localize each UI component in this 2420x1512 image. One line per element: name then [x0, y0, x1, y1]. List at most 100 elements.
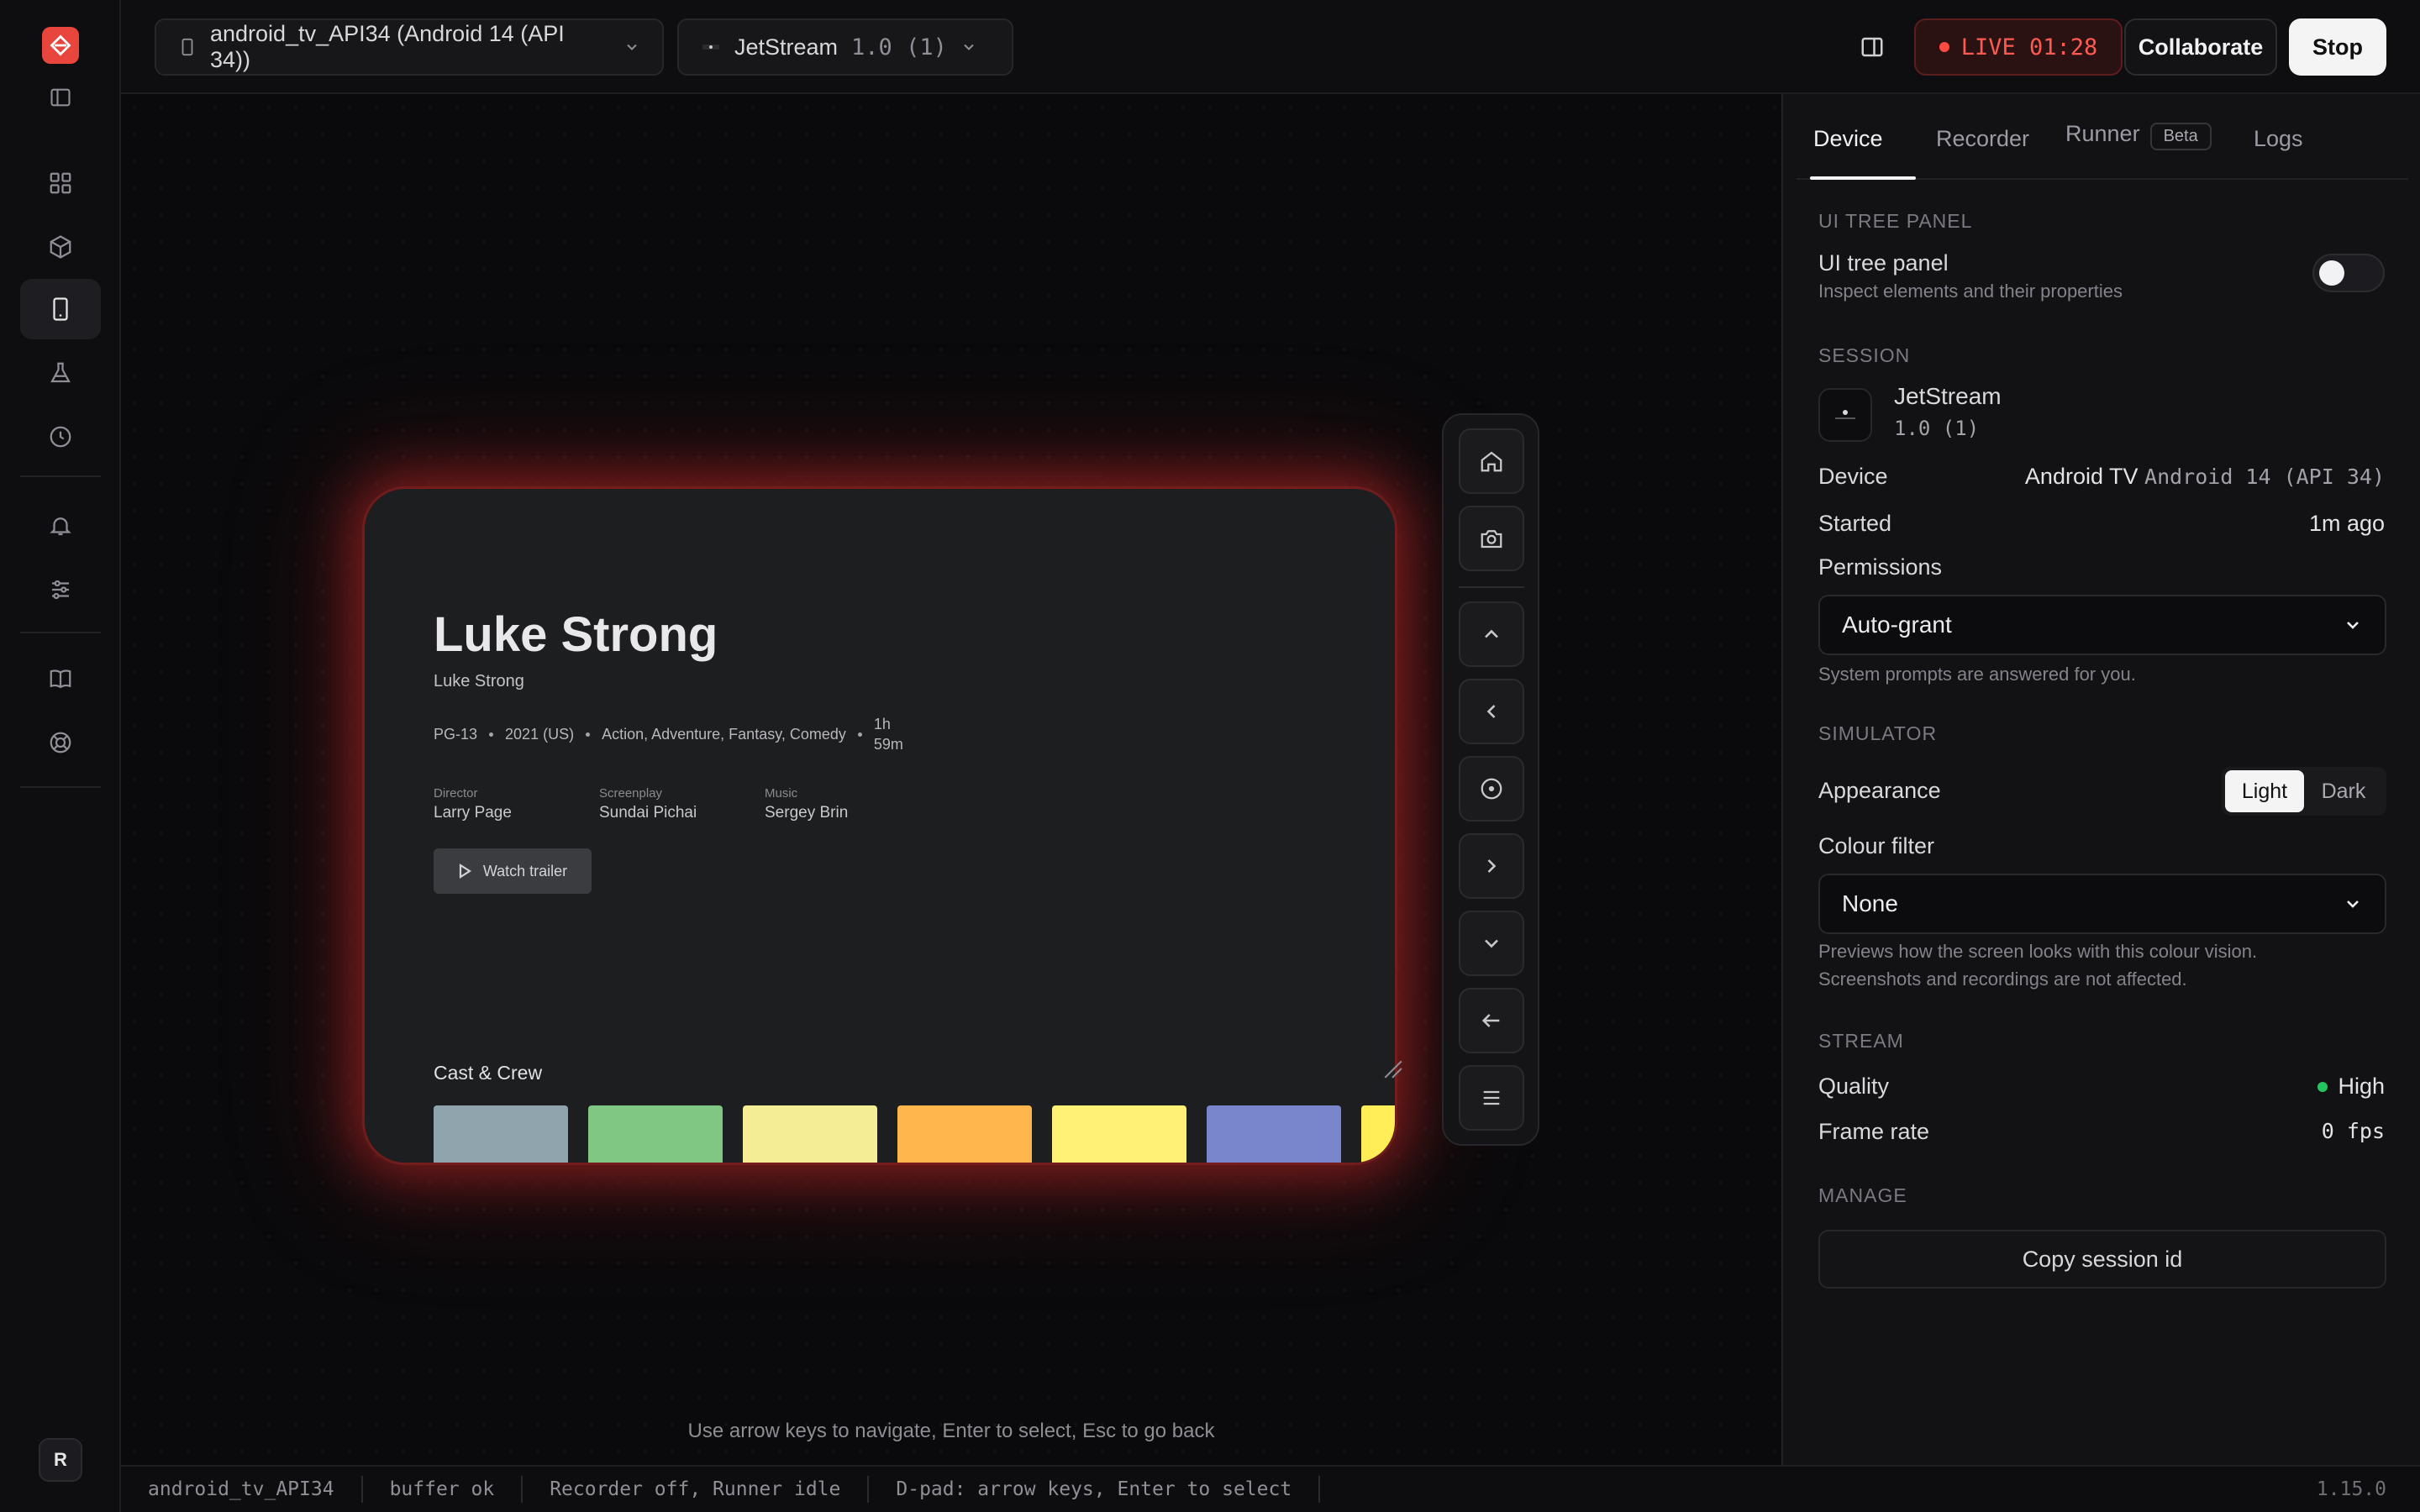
quality-text: High [2338, 1074, 2385, 1099]
colour-filter-label: Colour filter [1818, 833, 1935, 858]
back-button[interactable] [1459, 988, 1524, 1053]
chevron-down-icon [2343, 894, 2363, 914]
home-icon [1479, 449, 1504, 474]
sidebar-toggle-icon[interactable] [20, 67, 101, 128]
grid-icon[interactable] [20, 153, 101, 213]
credit-role: Music [765, 786, 798, 801]
menu-icon [1480, 1086, 1503, 1110]
movie-meta: PG-13 2021 (US) Action, Adventure, Fanta… [434, 714, 903, 754]
screenshot-button[interactable] [1459, 506, 1524, 571]
dpad-left-button[interactable] [1459, 679, 1524, 744]
lifebuoy-icon[interactable] [20, 712, 101, 773]
book-icon[interactable] [20, 648, 101, 709]
permissions-value: Auto-grant [1842, 612, 1952, 638]
flask-icon[interactable] [20, 343, 101, 403]
app-icon [701, 40, 721, 54]
device-icon[interactable] [20, 279, 101, 339]
quality-label: Quality [1818, 1074, 1890, 1099]
collaborate-button[interactable]: Collaborate [2124, 18, 2277, 76]
permissions-select[interactable]: Auto-grant [1818, 595, 2386, 655]
chevron-right-icon [1480, 854, 1503, 878]
device-value: Android TV Android 14 (API 34) [2025, 464, 2385, 490]
credit-director: Director Larry Page [434, 786, 512, 822]
started-label: Started [1818, 511, 1892, 536]
colour-filter-desc: Previews how the screen looks with this … [1818, 937, 2257, 993]
session-app-name: JetStream [1894, 383, 2002, 409]
credit-name: Sergey Brin [765, 804, 849, 822]
permissions-label: Permissions [1818, 554, 1943, 580]
meta-separator [489, 732, 494, 737]
live-indicator: LIVE 01:28 [1914, 18, 2123, 76]
keyboard-hint: Use arrow keys to navigate, Enter to sel… [687, 1420, 1215, 1442]
cast-tile[interactable] [743, 1105, 877, 1163]
bell-icon[interactable] [20, 496, 101, 556]
dpad-right-button[interactable] [1459, 833, 1524, 899]
credit-name: Sundai Pichai [599, 804, 697, 822]
status-dpad-hint: D-pad: arrow keys, Enter to select [869, 1476, 1321, 1503]
tab-runner[interactable]: Runner Beta [2065, 121, 2212, 150]
cast-tile[interactable] [588, 1105, 723, 1163]
arrow-left-icon [1480, 1009, 1503, 1032]
device-stage: Luke Strong Luke Strong PG-13 2021 (US) … [121, 94, 1781, 1465]
chevron-down-icon [1480, 932, 1503, 955]
dpad-select-button[interactable] [1459, 756, 1524, 822]
chevron-up-icon [1480, 622, 1503, 646]
cast-tile[interactable] [897, 1105, 1032, 1163]
device-name: Android TV [2024, 464, 2139, 489]
avatar[interactable]: R [39, 1438, 82, 1482]
credit-screenplay: Screenplay Sundai Pichai [599, 786, 697, 822]
cast-tile[interactable] [434, 1105, 568, 1163]
home-button[interactable] [1459, 428, 1524, 494]
device-os: Android 14 (API 34) [2144, 465, 2385, 489]
movie-subtitle: Luke Strong [434, 672, 524, 690]
section-session: SESSION [1818, 344, 1911, 366]
rail-divider [20, 475, 101, 477]
cast-tile[interactable] [1361, 1105, 1395, 1163]
movie-title: Luke Strong [434, 607, 718, 662]
device-selector[interactable]: android_tv_API34 (Android 14 (API 34)) [155, 18, 664, 76]
dpad-up-button[interactable] [1459, 601, 1524, 667]
tab-logs[interactable]: Logs [2254, 126, 2303, 152]
frame-rate-label: Frame rate [1818, 1119, 1930, 1144]
credit-music: Music Sergey Brin [765, 786, 848, 822]
cast-tile[interactable] [1052, 1105, 1186, 1163]
device-screen[interactable]: Luke Strong Luke Strong PG-13 2021 (US) … [365, 489, 1395, 1163]
clock-icon[interactable] [20, 407, 101, 467]
chevron-down-icon [960, 39, 977, 55]
app-logo-icon[interactable] [42, 27, 79, 64]
resize-handle-icon[interactable] [1381, 1058, 1403, 1079]
ui-tree-toggle[interactable] [2312, 254, 2385, 292]
appearance-light-option[interactable]: Light [2225, 770, 2304, 812]
copy-session-id-button[interactable]: Copy session id [1818, 1230, 2386, 1289]
cast-tile[interactable] [1207, 1105, 1341, 1163]
colour-filter-desc-line: Screenshots and recordings are not affec… [1818, 969, 2187, 990]
movie-genres: Action, Adventure, Fantasy, Comedy [602, 725, 846, 743]
ui-tree-label: UI tree panel [1818, 250, 1949, 276]
sliders-icon[interactable] [20, 559, 101, 620]
status-recorder: Recorder off, Runner idle [523, 1476, 870, 1503]
status-dot-icon [2317, 1081, 2328, 1092]
panel-toggle-icon[interactable] [1847, 22, 1897, 72]
cube-icon[interactable] [20, 217, 101, 277]
watch-trailer-button[interactable]: Watch trailer [434, 848, 592, 894]
meta-separator [586, 732, 591, 737]
section-simulator: SIMULATOR [1818, 722, 1938, 744]
menu-button[interactable] [1459, 1065, 1524, 1131]
remote-control [1442, 413, 1539, 1146]
tab-device[interactable]: Device [1813, 126, 1883, 152]
device-label: Device [1818, 464, 1888, 489]
appearance-dark-option[interactable]: Dark [2304, 770, 2383, 812]
stop-button[interactable]: Stop [2289, 18, 2386, 76]
credit-role: Screenplay [599, 786, 663, 801]
tab-recorder[interactable]: Recorder [1936, 126, 2029, 152]
dpad-down-button[interactable] [1459, 911, 1524, 976]
tab-runner-label: Runner [2065, 121, 2140, 146]
app-icon [1818, 388, 1872, 442]
panel-tabs: Device Recorder Runner Beta Logs [1797, 94, 2408, 180]
cast-heading: Cast & Crew [434, 1062, 543, 1084]
section-manage: MANAGE [1818, 1184, 1907, 1206]
watch-trailer-label: Watch trailer [482, 862, 568, 879]
colour-filter-select[interactable]: None [1818, 874, 2386, 934]
app-selector[interactable]: JetStream 1.0 (1) [677, 18, 1013, 76]
app-selector-name: JetStream [734, 34, 839, 60]
